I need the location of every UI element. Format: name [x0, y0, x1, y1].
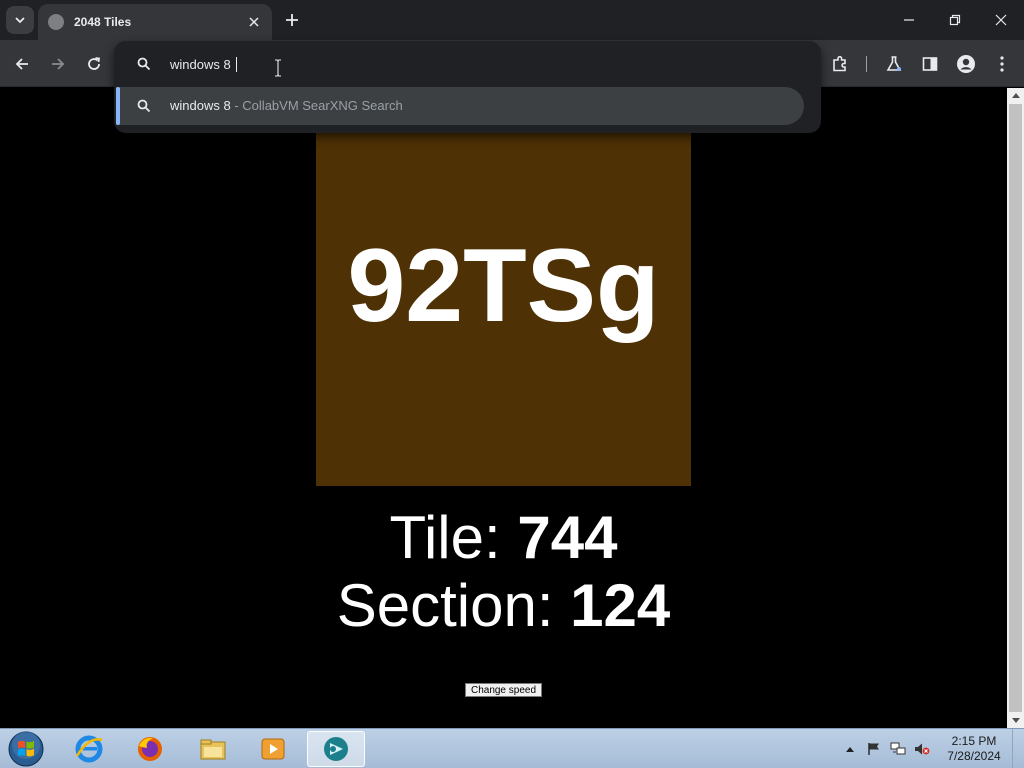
- suggestion-separator: -: [234, 98, 239, 113]
- chevron-down-icon: [15, 17, 25, 24]
- network-icon: [890, 742, 906, 755]
- side-panel-icon: [922, 57, 938, 71]
- reload-icon: [88, 57, 101, 70]
- show-hidden-icons-button[interactable]: [842, 741, 858, 757]
- tile-number: 744: [517, 504, 618, 571]
- vertical-scrollbar[interactable]: [1007, 88, 1024, 728]
- text-cursor-icon: [275, 59, 281, 77]
- restore-button[interactable]: [932, 0, 978, 40]
- tile: 92TSg: [316, 88, 691, 486]
- show-desktop-button[interactable]: [1012, 729, 1024, 768]
- tab-strip: 2048 Tiles: [0, 0, 1024, 40]
- internet-explorer-icon: [75, 735, 103, 763]
- change-speed-button[interactable]: Change speed: [465, 683, 542, 697]
- windows-logo-icon: [8, 731, 44, 767]
- action-center-button[interactable]: [866, 741, 882, 757]
- account-icon: [957, 55, 975, 73]
- extensions-button[interactable]: [826, 50, 854, 78]
- taskbar-media-player[interactable]: [244, 731, 302, 767]
- page-content: 92TSg Tile: 744 Section: 124 Change spee…: [0, 88, 1007, 728]
- side-panel-button[interactable]: [916, 50, 944, 78]
- chevron-up-icon: [846, 747, 854, 752]
- tile-info: Tile: 744: [0, 508, 1007, 568]
- selection-indicator: [116, 87, 120, 125]
- volume-button[interactable]: [914, 741, 930, 757]
- file-explorer-icon: [200, 739, 226, 760]
- network-button[interactable]: [890, 741, 906, 757]
- minimize-button[interactable]: [886, 0, 932, 40]
- section-prefix: Section:: [336, 572, 554, 639]
- section-info: Section: 124: [0, 576, 1007, 636]
- clock[interactable]: 2:15 PM 7/28/2024: [942, 734, 1006, 764]
- close-icon: [249, 17, 259, 27]
- labs-button[interactable]: [880, 50, 908, 78]
- plus-icon: [286, 14, 298, 26]
- omnibox-dropdown: windows 8 windows 8 - CollabVM SearXNG S…: [114, 41, 821, 133]
- omnibox-input-row[interactable]: windows 8: [114, 45, 821, 83]
- suggestion-text: windows 8 - CollabVM SearXNG Search: [170, 98, 403, 113]
- profile-button[interactable]: [952, 50, 980, 78]
- tile-prefix: Tile:: [389, 504, 501, 571]
- start-button[interactable]: [8, 731, 44, 767]
- suggestion-engine: CollabVM SearXNG Search: [242, 98, 403, 113]
- close-tab-button[interactable]: [246, 14, 262, 30]
- reload-button[interactable]: [80, 50, 108, 78]
- system-tray: [842, 729, 952, 768]
- close-window-button[interactable]: [978, 0, 1024, 40]
- toolbar-divider: [866, 56, 867, 72]
- search-icon: [137, 57, 151, 71]
- arrow-right-icon: [52, 58, 65, 70]
- tab-title: 2048 Tiles: [74, 15, 132, 29]
- firefox-icon: [138, 737, 162, 761]
- media-player-icon: [261, 738, 285, 760]
- omnibox-input[interactable]: windows 8: [170, 57, 237, 72]
- scroll-up-button[interactable]: [1007, 88, 1024, 102]
- clock-time: 2:15 PM: [951, 734, 997, 748]
- tab-search-button[interactable]: [6, 6, 34, 34]
- minimize-icon: [904, 19, 914, 21]
- globe-icon: [48, 14, 64, 30]
- arrow-left-icon: [15, 58, 28, 70]
- scrollbar-thumb[interactable]: [1009, 104, 1022, 712]
- scroll-down-button[interactable]: [1007, 714, 1024, 728]
- tile-label: 92TSg: [347, 228, 660, 344]
- kebab-menu-icon: [1000, 56, 1004, 72]
- taskbar-firefox[interactable]: [121, 731, 179, 767]
- clock-date: 7/28/2024: [947, 749, 1001, 763]
- flask-icon: [886, 56, 902, 71]
- active-tab[interactable]: 2048 Tiles: [38, 4, 272, 40]
- taskbar: 2:15 PM 7/28/2024: [0, 728, 1024, 768]
- new-tab-button[interactable]: [280, 8, 304, 32]
- taskbar-collabvm[interactable]: [307, 731, 365, 767]
- search-icon: [137, 99, 151, 113]
- suggestion-row[interactable]: windows 8 - CollabVM SearXNG Search: [116, 87, 804, 125]
- puzzle-icon: [833, 55, 846, 72]
- arrow-up-icon: [1011, 93, 1020, 98]
- menu-button[interactable]: [988, 50, 1016, 78]
- arrow-down-icon: [1011, 718, 1020, 723]
- restore-icon: [949, 14, 961, 26]
- close-icon: [995, 14, 1007, 26]
- flag-icon: [868, 743, 879, 755]
- back-button[interactable]: [8, 50, 36, 78]
- suggestion-query: windows 8: [170, 98, 231, 113]
- text-caret: [235, 57, 237, 72]
- taskbar-internet-explorer[interactable]: [60, 731, 118, 767]
- collabvm-icon: [324, 737, 348, 761]
- taskbar-file-explorer[interactable]: [184, 731, 242, 767]
- forward-button[interactable]: [44, 50, 72, 78]
- speaker-muted-icon: [915, 743, 930, 755]
- omnibox-text: windows 8: [170, 57, 231, 72]
- section-number: 124: [570, 572, 671, 639]
